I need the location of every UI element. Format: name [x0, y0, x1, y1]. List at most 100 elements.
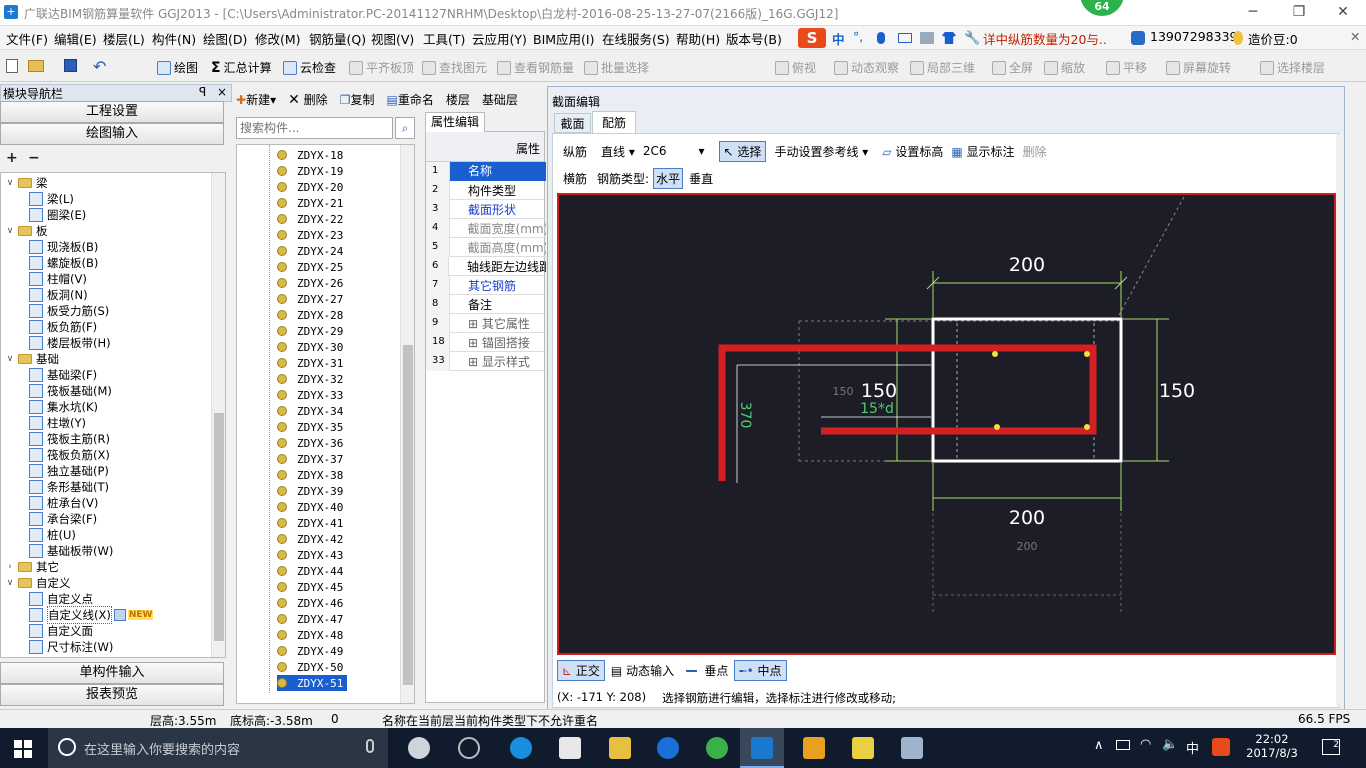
menu-item[interactable]: 云应用(Y): [472, 29, 527, 48]
volume-icon[interactable]: 🔈: [1162, 737, 1178, 752]
component-list-item[interactable]: ZDYX-26: [277, 275, 347, 291]
menu-item[interactable]: 绘图(D): [203, 29, 247, 48]
delete-component-button[interactable]: ✕ 删除: [288, 91, 328, 108]
dim-bottom-text[interactable]: 200: [1009, 507, 1045, 529]
component-list-item[interactable]: ZDYX-41: [277, 515, 347, 531]
property-row[interactable]: 18 ⊞ 锚固搭接: [426, 332, 546, 352]
dynamic-view-button[interactable]: 动态观察: [834, 59, 899, 76]
nav-tree-item[interactable]: 基础梁(F): [29, 367, 97, 383]
property-row[interactable]: 1 名称: [426, 161, 546, 181]
component-list-item[interactable]: ZDYX-21: [277, 195, 347, 211]
rebar-point[interactable]: [1084, 424, 1090, 430]
hook-length-text[interactable]: 370: [737, 402, 753, 429]
rebar-point[interactable]: [992, 351, 998, 357]
taskbar-app-notes[interactable]: [803, 737, 825, 759]
select-floor-button[interactable]: 选择楼层: [1260, 59, 1325, 76]
rename-component-button[interactable]: ▤重命名: [386, 91, 433, 108]
component-list-item[interactable]: ZDYX-46: [277, 595, 347, 611]
property-row[interactable]: 8 备注: [426, 294, 546, 314]
component-list-item[interactable]: ZDYX-36: [277, 435, 347, 451]
nav-tree-item[interactable]: 自定义线(X) NEW: [29, 606, 154, 624]
nav-tree-item[interactable]: 桩承台(V): [29, 495, 98, 511]
nav-tree-item[interactable]: 独立基础(P): [29, 463, 109, 479]
nav-tree-group[interactable]: ∨ 板: [5, 223, 48, 239]
editor-scrollbar[interactable]: [1336, 135, 1344, 705]
project-settings-button[interactable]: 工程设置: [0, 101, 224, 123]
component-list-item[interactable]: ZDYX-37: [277, 451, 347, 467]
taskbar-search[interactable]: 在这里输入你要搜索的内容: [48, 728, 388, 768]
maximize-button[interactable]: ❐: [1276, 0, 1322, 26]
component-list-item[interactable]: ZDYX-45: [277, 579, 347, 595]
section-drawing-canvas[interactable]: 200 150 150 200 200 150 15*d 370: [557, 193, 1336, 655]
report-preview-button[interactable]: 报表预览: [0, 684, 224, 706]
menu-item[interactable]: 版本号(B): [726, 29, 782, 48]
start-icon[interactable]: [14, 740, 32, 758]
menu-item[interactable]: 文件(F): [6, 29, 48, 48]
property-row[interactable]: 3 截面形状: [426, 199, 546, 219]
component-list-item[interactable]: ZDYX-50: [277, 659, 347, 675]
tab-rebar[interactable]: 配筋: [592, 111, 636, 133]
zoom-button[interactable]: 缩放: [1044, 59, 1085, 76]
batch-select-button[interactable]: 批量选择: [584, 59, 649, 76]
property-row[interactable]: 7 其它钢筋: [426, 275, 546, 295]
menu-item[interactable]: 视图(V): [371, 29, 414, 48]
taskbar-mic-icon[interactable]: [366, 739, 374, 753]
menu-item[interactable]: 构件(N): [152, 29, 196, 48]
nav-tree-scrollbar[interactable]: [211, 173, 225, 657]
component-list-item[interactable]: ZDYX-31: [277, 355, 347, 371]
collapse-icon[interactable]: ∨: [5, 578, 15, 588]
section-drawing[interactable]: 200 150 150 200 200 150 15*d 370: [559, 195, 1334, 653]
ime-punct[interactable]: °,: [853, 29, 863, 44]
nav-tree-group[interactable]: ∨ 自定义: [5, 575, 71, 591]
component-list-item[interactable]: ZDYX-30: [277, 339, 347, 355]
copy-component-button[interactable]: ❐复制: [340, 91, 375, 108]
component-list-scrollbar[interactable]: [400, 145, 414, 703]
cloud-check-button[interactable]: 云检查: [283, 59, 336, 76]
component-list-item[interactable]: ZDYX-18: [277, 147, 347, 163]
pan-button[interactable]: 平移: [1106, 59, 1147, 76]
ime-lang[interactable]: 中: [832, 29, 845, 48]
anchor-length-text[interactable]: 15*d: [860, 401, 894, 417]
taskbar-app-circle[interactable]: [458, 737, 480, 759]
vertical-button[interactable]: 垂直: [687, 169, 715, 188]
nav-tree-item[interactable]: 板负筋(F): [29, 319, 97, 335]
taskbar-active-app[interactable]: [740, 728, 784, 768]
dim-left-text[interactable]: 150: [861, 380, 897, 402]
nav-tree-group[interactable]: › 其它: [5, 559, 59, 575]
property-row[interactable]: 4 截面宽度(mm): [426, 218, 546, 238]
nav-tree-item[interactable]: 自定义面: [29, 623, 93, 639]
expand-all-icon[interactable]: +: [6, 150, 18, 166]
component-list-item[interactable]: ZDYX-44: [277, 563, 347, 579]
component-list-item[interactable]: ZDYX-35: [277, 419, 347, 435]
nav-tree-item[interactable]: 圈梁(E): [29, 207, 86, 223]
dim-bottom[interactable]: [932, 463, 1122, 511]
mic-icon[interactable]: [877, 32, 885, 44]
dim-top-text[interactable]: 200: [1009, 254, 1045, 276]
component-list-item[interactable]: ZDYX-42: [277, 531, 347, 547]
edge-browser-icon[interactable]: [510, 737, 532, 759]
draw-input-button[interactable]: 绘图输入: [0, 123, 224, 145]
nav-tree-item[interactable]: 现浇板(B): [29, 239, 98, 255]
close-button[interactable]: ✕: [1320, 0, 1366, 26]
nav-tree-item[interactable]: 筏板主筋(R): [29, 431, 110, 447]
sum-calc-button[interactable]: Σ 汇总计算: [211, 59, 272, 76]
menu-item[interactable]: BIM应用(I): [533, 29, 595, 48]
rebar-point[interactable]: [994, 424, 1000, 430]
component-list-item[interactable]: ZDYX-23: [277, 227, 347, 243]
component-list-item[interactable]: ZDYX-34: [277, 403, 347, 419]
price-beans[interactable]: 造价豆:0: [1248, 29, 1298, 48]
pin-icon[interactable]: ꟼ: [199, 85, 206, 99]
taskbar-app-doc[interactable]: [852, 737, 874, 759]
screen-rotate-button[interactable]: 屏幕旋转: [1166, 59, 1231, 76]
component-list-item[interactable]: ZDYX-51: [277, 675, 348, 691]
notification-badge[interactable]: 64: [1080, 0, 1124, 16]
account-icon[interactable]: [1131, 31, 1145, 45]
component-list-item[interactable]: ZDYX-20: [277, 179, 347, 195]
nav-tree-item[interactable]: 基础板带(W): [29, 543, 113, 559]
draw-button[interactable]: 绘图: [157, 59, 198, 76]
view-rebar-button[interactable]: 查看钢筋量: [497, 59, 574, 76]
menu-item[interactable]: 钢筋量(Q): [309, 29, 366, 48]
nav-tree-item[interactable]: 板受力筋(S): [29, 303, 109, 319]
nav-tree-item[interactable]: 筏板基础(M): [29, 383, 112, 399]
user-account[interactable]: 13907298339: [1150, 29, 1237, 44]
